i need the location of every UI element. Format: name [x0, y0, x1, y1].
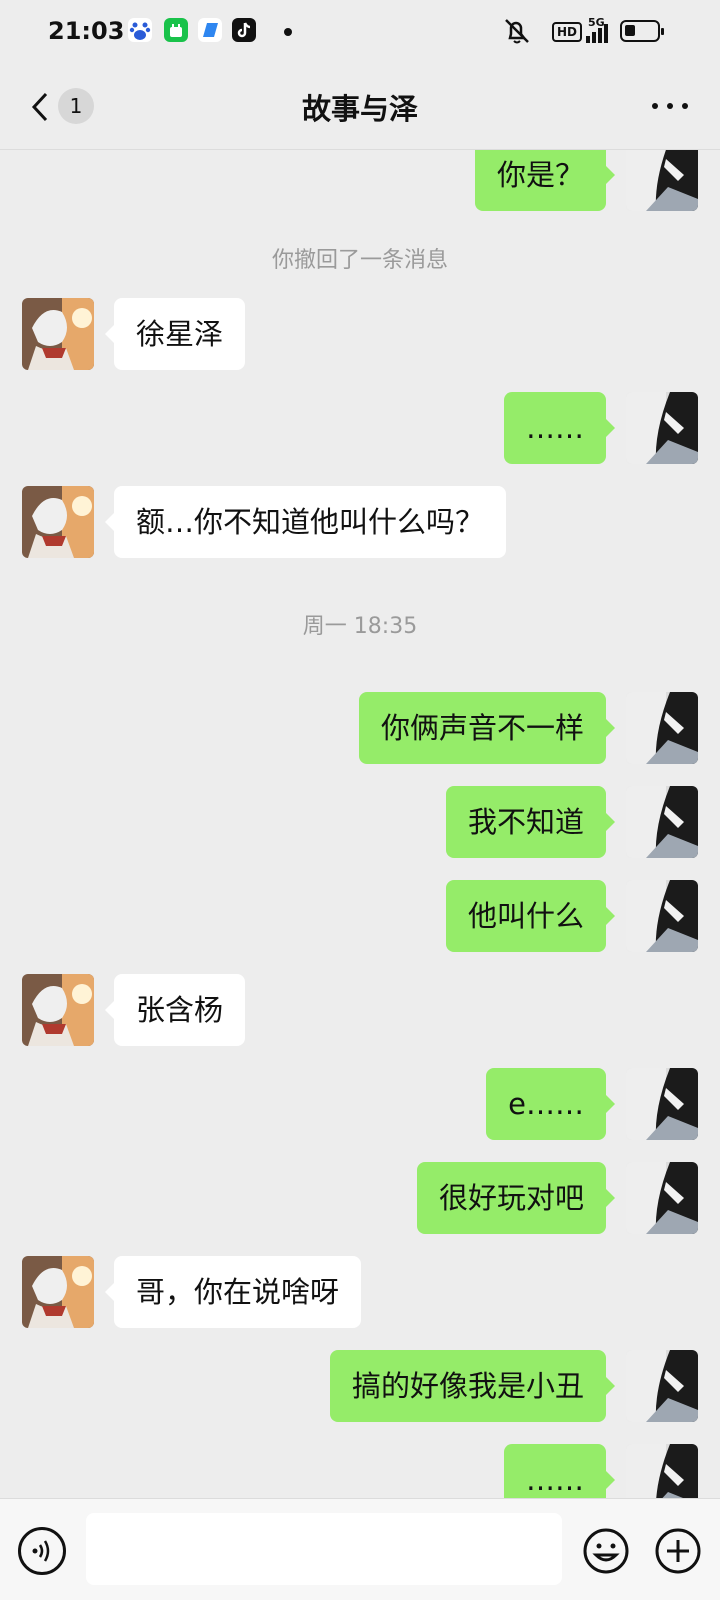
message-list[interactable]: 你是？ 你撤回了一条消息 徐星泽 …… 额…你不知道他叫什么吗？ 周一 18:3…: [0, 150, 720, 1498]
notification-dot: [284, 28, 292, 36]
message-bubble-outgoing[interactable]: e……: [486, 1068, 615, 1140]
message-bubble-outgoing[interactable]: 我不知道: [445, 786, 616, 858]
blue-app-icon: [198, 18, 222, 42]
more-options-button[interactable]: [648, 90, 692, 120]
chat-title: 故事与泽: [301, 92, 418, 126]
my-avatar[interactable]: [626, 880, 698, 952]
contact-avatar[interactable]: [22, 974, 94, 1046]
my-avatar[interactable]: [626, 692, 698, 764]
message-bubble-outgoing[interactable]: 很好玩对吧: [416, 1162, 616, 1234]
contact-avatar[interactable]: [22, 1256, 94, 1328]
contact-avatar[interactable]: [22, 298, 94, 370]
recall-notice: 你撤回了一条消息: [271, 248, 448, 273]
message-bubble-outgoing[interactable]: 搞的好像我是小丑: [329, 1350, 616, 1422]
message-bubble-incoming[interactable]: 额…你不知道他叫什么吗？: [104, 486, 507, 558]
message-bubble-outgoing[interactable]: 你是？: [474, 150, 616, 211]
message-bubble-outgoing[interactable]: ……: [504, 1444, 615, 1498]
mute-icon: [500, 16, 534, 46]
timestamp: 周一 18:35: [302, 614, 418, 639]
input-bar: [0, 1498, 720, 1600]
my-avatar[interactable]: [626, 1444, 698, 1498]
message-bubble-incoming[interactable]: 哥，你在说啥呀: [104, 1256, 362, 1328]
battery-icon: [620, 20, 664, 42]
plus-icon[interactable]: [654, 1527, 702, 1575]
message-bubble-incoming[interactable]: 徐星泽: [104, 298, 246, 370]
message-bubble-outgoing[interactable]: 他叫什么: [445, 880, 616, 952]
baidu-icon: [128, 18, 152, 42]
voice-icon[interactable]: [18, 1527, 66, 1575]
contact-avatar[interactable]: [22, 486, 94, 558]
my-avatar[interactable]: [626, 786, 698, 858]
my-avatar[interactable]: [626, 1162, 698, 1234]
signal-5g-icon: [584, 22, 610, 52]
my-avatar[interactable]: [626, 1068, 698, 1140]
my-avatar[interactable]: [626, 1350, 698, 1422]
chat-header: 1 故事与泽: [0, 64, 720, 150]
status-time: 21:03: [48, 17, 125, 45]
message-input[interactable]: [86, 1513, 562, 1585]
my-avatar[interactable]: [626, 150, 698, 211]
message-bubble-incoming[interactable]: 张含杨: [104, 974, 246, 1046]
status-bar: 21:03 HD 5G: [0, 0, 720, 64]
tiktok-icon: [232, 18, 256, 42]
message-bubble-outgoing[interactable]: 你俩声音不一样: [358, 692, 616, 764]
my-avatar[interactable]: [626, 392, 698, 464]
hd-icon: HD: [552, 22, 583, 42]
message-bubble-outgoing[interactable]: ……: [504, 392, 615, 464]
app-store-icon: [164, 18, 188, 42]
emoji-icon[interactable]: [582, 1527, 630, 1575]
